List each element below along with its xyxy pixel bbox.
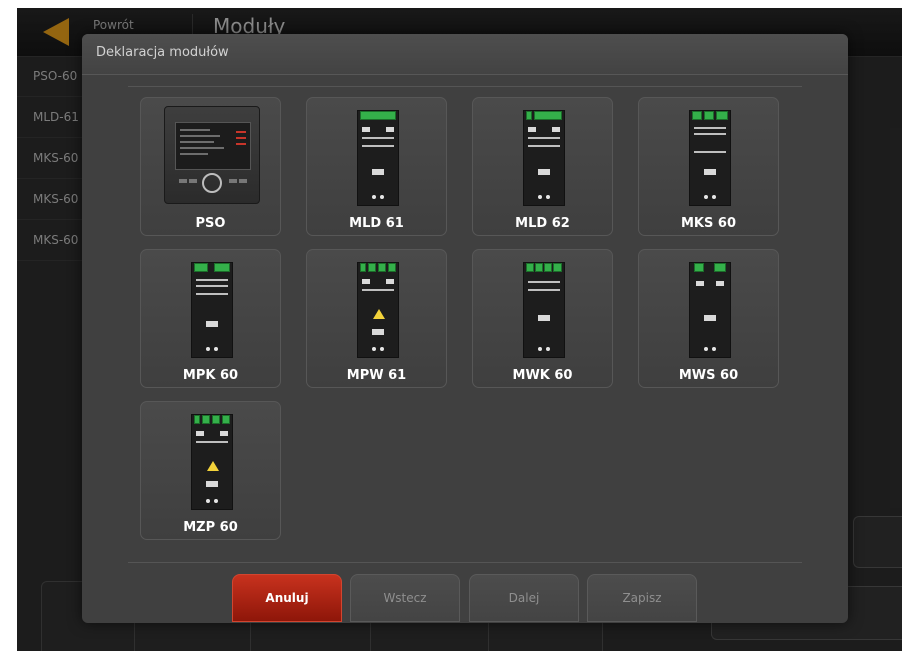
pso-device-image bbox=[163, 106, 260, 204]
module-device-image bbox=[190, 414, 233, 510]
module-device-image bbox=[688, 262, 731, 358]
save-button[interactable]: Zapisz bbox=[587, 574, 697, 622]
module-tile-mks60[interactable]: MKS 60 bbox=[638, 97, 779, 236]
module-label: MPK 60 bbox=[182, 368, 239, 383]
back-button[interactable]: Wstecz bbox=[350, 574, 460, 622]
next-button[interactable]: Dalej bbox=[469, 574, 579, 622]
module-label: MPW 61 bbox=[346, 368, 407, 383]
module-label: PSO bbox=[195, 216, 226, 231]
module-tile-mld62[interactable]: MLD 62 bbox=[472, 97, 613, 236]
module-label: MWS 60 bbox=[678, 368, 739, 383]
module-device-image bbox=[522, 262, 565, 358]
divider bbox=[128, 562, 802, 563]
module-label: MLD 62 bbox=[515, 216, 570, 231]
module-label: MZP 60 bbox=[183, 520, 238, 535]
module-device-image bbox=[190, 262, 233, 358]
module-device-image bbox=[522, 110, 565, 206]
module-label: MLD 61 bbox=[349, 216, 404, 231]
dialog-title: Deklaracja modułów bbox=[96, 45, 229, 60]
cancel-button[interactable]: Anuluj bbox=[232, 574, 342, 622]
module-tile-mpw61[interactable]: MPW 61 bbox=[306, 249, 447, 388]
divider bbox=[128, 86, 802, 87]
module-device-image bbox=[688, 110, 731, 206]
dialog-header: Deklaracja modułów bbox=[82, 34, 848, 75]
module-device-image bbox=[356, 262, 399, 358]
module-tile-mwk60[interactable]: MWK 60 bbox=[472, 249, 613, 388]
module-label: MWK 60 bbox=[512, 368, 573, 383]
module-tile-mws60[interactable]: MWS 60 bbox=[638, 249, 779, 388]
module-tile-pso[interactable]: PSO bbox=[140, 97, 281, 236]
module-device-image bbox=[356, 110, 399, 206]
module-label: MKS 60 bbox=[681, 216, 736, 231]
module-tile-mpk60[interactable]: MPK 60 bbox=[140, 249, 281, 388]
module-declaration-dialog: Deklaracja modułów PSO MLD 61 MLD 62 MKS… bbox=[82, 34, 848, 623]
module-tile-mld61[interactable]: MLD 61 bbox=[306, 97, 447, 236]
module-tile-mzp60[interactable]: MZP 60 bbox=[140, 401, 281, 540]
